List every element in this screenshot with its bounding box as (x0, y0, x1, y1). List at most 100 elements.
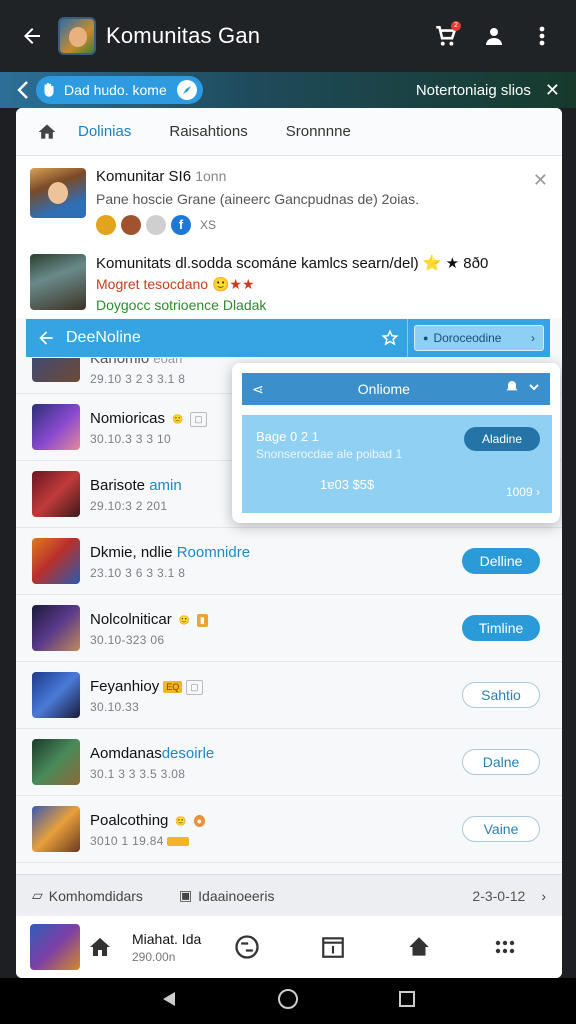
post-time: 1onn (195, 168, 227, 184)
tag-icon: ▢ (190, 411, 207, 427)
doc-icon: ▣ (178, 887, 193, 903)
popup-card-desc: Snonserocdae ale poibad 1 (256, 447, 403, 461)
popup-header: ⋖ Onliome (242, 373, 550, 405)
footer-left-label[interactable]: Komhomdidars (49, 888, 143, 904)
banner-note[interactable]: Notertoniaig slios (416, 82, 531, 99)
post2-author-avatar[interactable] (30, 254, 86, 310)
app-bar: Komunitas Gan 2 (0, 0, 576, 72)
nav-recents-icon[interactable] (398, 990, 416, 1013)
item-action-button[interactable]: Vaine (462, 816, 540, 842)
nav-back-icon[interactable] (160, 990, 178, 1013)
community-avatar[interactable] (58, 17, 96, 55)
reaction-count: XS (200, 218, 217, 232)
store-icon[interactable] (390, 934, 448, 960)
item-action-button[interactable]: Delline (462, 548, 540, 574)
item-action-button[interactable]: Dalne (462, 749, 540, 775)
list-item[interactable]: Poalcothing 🙂 ● 3010 1 19.84 Vaine (16, 796, 562, 863)
list-item[interactable]: Dkmie, ndlie Roomnidre 23.10 3 6 3 3.1 8… (16, 528, 562, 595)
banner-close-icon[interactable]: ✕ (545, 80, 560, 101)
tab-2[interactable]: Sronnnne (286, 123, 351, 140)
item-title-extra: eoan (153, 358, 183, 366)
item-thumbnail (32, 404, 80, 450)
chevron-left-icon[interactable] (16, 80, 30, 100)
tag-icon: ▮ (196, 613, 208, 627)
item-action-button[interactable]: Sahtio (462, 682, 540, 708)
bell-icon[interactable] (504, 379, 520, 400)
post-card[interactable]: ✕ Komunitar SI6 1onn Pane hoscie Grane (… (16, 156, 562, 244)
nav-home-icon[interactable] (277, 988, 299, 1015)
item-highlight: amin (149, 477, 182, 494)
post-card-2[interactable]: Komunitats dl.sodda scománe kamlcs searn… (16, 244, 562, 318)
post-author-name[interactable]: Komunitar SI6 1onn (96, 168, 548, 185)
footer-date: 2-3-0-12 (472, 887, 526, 904)
chevron-down-icon[interactable] (528, 380, 540, 398)
dock-user[interactable]: Miahat. Ida 290.00n (132, 931, 218, 964)
hand-icon (44, 82, 54, 97)
tag-icon: ▢ (186, 679, 203, 695)
item-title: Barisote (90, 477, 146, 494)
house-icon[interactable] (80, 935, 120, 959)
item-highlight: Roomnidre (176, 544, 251, 561)
back-arrow-icon[interactable] (16, 20, 48, 52)
item-title: Poalcothing (90, 812, 169, 829)
more-vert-icon[interactable] (524, 18, 560, 54)
banner-pill[interactable]: Dad hudo. kome (36, 76, 203, 104)
close-icon[interactable]: ✕ (533, 170, 548, 191)
item-title: Aomdanas (90, 745, 162, 762)
post2-status: Doygocc sotrioence Dladak (96, 297, 267, 313)
item-action-button[interactable]: Timline (462, 615, 540, 641)
item-thumbnail (32, 739, 80, 785)
cart-icon[interactable]: 2 (428, 18, 464, 54)
list-item[interactable]: Feyanhioy EQ ▢ 30.10.33 Sahtio (16, 662, 562, 729)
system-nav-bar (0, 978, 576, 1024)
item-thumbnail (32, 806, 80, 852)
post-description: Pane hoscie Grane (aineerc Gancpudnas de… (96, 191, 419, 207)
tag-badge: EQ (163, 681, 183, 694)
star-icon[interactable] (372, 319, 408, 357)
list-item[interactable]: Aomdanasdesoirle 30.1 3 3 3.5 3.08 Dalne (16, 729, 562, 796)
post2-subtitle: Mogret tesocdano 🙂★★ (96, 276, 255, 292)
popup-card-title: Bage 0 2 1 (256, 429, 319, 444)
apps-grid-icon[interactable] (476, 935, 534, 959)
arrow-left-icon[interactable] (36, 328, 56, 348)
reaction-row[interactable]: f XS (96, 215, 548, 235)
emoji-badge: 🙂 (178, 614, 190, 625)
player-avatar[interactable] (30, 924, 80, 970)
timer-icon[interactable] (218, 933, 276, 961)
list-item[interactable]: Nolcolniticar 🙂 ▮ 30.10-323 06 Timline (16, 595, 562, 662)
section-cta-button[interactable]: ● Doroceodine › (414, 325, 544, 351)
section-title: DeeNoline (66, 329, 141, 346)
section-header-bar: DeeNoline ● Doroceodine › (26, 319, 550, 357)
share-icon[interactable]: ⋖ (252, 381, 264, 398)
item-title: Nomioricas (90, 410, 166, 427)
home-icon[interactable] (16, 122, 78, 142)
emoji-badge: 🙂 (175, 815, 187, 826)
post-author-avatar[interactable] (30, 168, 86, 218)
tab-0[interactable]: Dolinias (78, 123, 131, 140)
clap-reaction-icon (96, 215, 116, 235)
announcement-banner: Dad hudo. kome Notertoniaig slios ✕ (0, 72, 576, 108)
cart-badge: 2 (451, 21, 461, 31)
tab-bar: Dolinias Raisahtions Sronnnne (16, 108, 562, 156)
popup-card[interactable]: Bage 0 2 1 Snonserocdae ale poibad 1 1ɐ0… (242, 415, 552, 513)
chevron-right-icon[interactable]: › (541, 888, 546, 904)
popup-pill-button[interactable]: Aladine (464, 427, 540, 451)
banner-pill-label: Dad hudo. kome (64, 82, 167, 98)
profile-icon[interactable] (476, 18, 512, 54)
item-title: Nolcolniticar (90, 611, 172, 628)
page-title: Komunitas Gan (106, 23, 261, 48)
tab-1[interactable]: Raisahtions (169, 123, 247, 140)
item-title: Feyanhioy (90, 678, 160, 695)
calendar-icon[interactable] (304, 934, 362, 960)
popup-title: Onliome (357, 381, 410, 397)
item-thumbnail (32, 358, 80, 382)
flower-reaction-icon (121, 215, 141, 235)
footer-middle-label[interactable]: Idaainoeeris (198, 888, 274, 904)
popup-more[interactable]: 1009 › (506, 485, 540, 499)
facebook-icon: f (171, 215, 191, 235)
bottom-dock: Miahat. Ida 290.00n (16, 916, 562, 978)
ghost-reaction-icon (146, 215, 166, 235)
folder-icon: ▱ (32, 887, 43, 903)
chevron-right-icon: › (531, 331, 535, 345)
tag-icon: ● (193, 815, 206, 828)
